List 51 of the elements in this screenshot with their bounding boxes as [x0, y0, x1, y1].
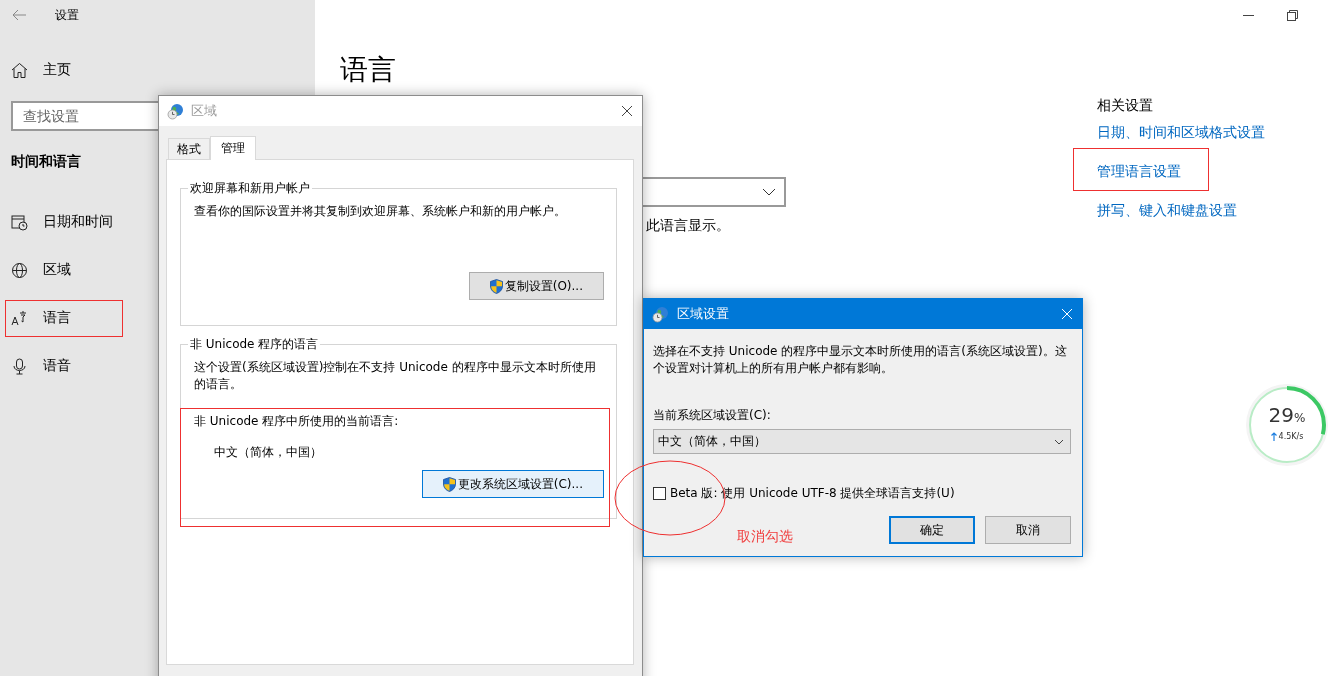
group-title: 非 Unicode 程序的语言 — [189, 336, 320, 353]
close-icon — [621, 105, 633, 117]
dialog-button[interactable]: 确定 — [889, 516, 975, 544]
chevron-down-icon — [1054, 438, 1064, 445]
current-language-value: 中文（简体，中国） — [214, 444, 323, 461]
settings-link[interactable]: 日期、时间和区域格式设置 — [1097, 124, 1265, 144]
nav-item[interactable]: 日期和时间 — [0, 198, 133, 246]
section-title: 时间和语言 — [11, 152, 81, 171]
locale-combo-box[interactable]: 中文（简体，中国） — [653, 429, 1071, 454]
shield-button[interactable]: 复制设置(O)... — [468, 272, 604, 300]
microphone-icon — [11, 357, 28, 375]
chevron-down-icon — [762, 188, 776, 196]
settings-link[interactable]: 管理语言设置 — [1097, 163, 1181, 183]
tab[interactable]: 格式 — [168, 138, 210, 159]
combo-label: 当前系统区域设置(C): — [653, 407, 772, 424]
checkbox[interactable] — [653, 487, 666, 500]
page-heading: 语言 — [340, 52, 396, 88]
dialog-title: 区域设置 — [677, 305, 730, 323]
nav-item[interactable]: 区域 — [0, 246, 91, 294]
nav-item[interactable]: 语音 — [0, 342, 91, 390]
back-arrow-icon[interactable] — [12, 9, 26, 21]
usage-percent: 29% — [1267, 403, 1307, 427]
group-description: 这个设置(系统区域设置)控制在不支持 Unicode 的程序中显示文本时所使用的语言。 — [194, 359, 597, 393]
network-speed: 4.5K/s — [1278, 432, 1304, 441]
related-settings-title: 相关设置 — [1097, 97, 1153, 115]
globe-icon — [167, 102, 184, 120]
group-description: 查看你的国际设置并将其复制到欢迎屏幕、系统帐户和新的用户帐户。 — [194, 203, 567, 220]
nav-item[interactable]: 语言 — [0, 294, 91, 342]
upload-arrow-icon — [1270, 432, 1277, 441]
home-nav-item[interactable]: 主页 — [0, 46, 91, 94]
globe-icon — [11, 261, 28, 279]
shield-icon — [489, 278, 503, 294]
dialog-button[interactable]: 取消 — [985, 516, 1071, 544]
dialog-title: 区域 — [191, 102, 218, 120]
group-title: 欢迎屏幕和新用户帐户 — [189, 180, 311, 197]
shield-button[interactable]: 更改系统区域设置(C)... — [421, 470, 604, 498]
annotation-note: 取消勾选 — [737, 528, 793, 546]
current-language-label: 非 Unicode 程序中所使用的当前语言: — [194, 413, 400, 430]
shield-icon — [442, 476, 456, 492]
calendar-clock-icon — [11, 213, 28, 231]
window-title: 设置 — [55, 6, 79, 24]
dialog-description: 选择在不支持 Unicode 的程序中显示文本时所使用的语言(系统区域设置)。这个设置对计算机上的所有用户帐户都有影响。 — [653, 343, 1068, 377]
settings-link[interactable]: 拼写、键入和键盘设置 — [1097, 202, 1237, 222]
home-icon — [11, 61, 28, 79]
globe-icon — [652, 305, 669, 323]
restore-icon[interactable] — [1287, 9, 1298, 21]
checkbox-label: Beta 版: 使用 Unicode UTF-8 提供全球语言支持(U) — [670, 485, 955, 502]
description-text: 此语言显示。 — [646, 217, 730, 235]
language-icon — [11, 309, 28, 327]
tab[interactable]: 管理 — [210, 136, 256, 160]
close-icon — [1061, 308, 1073, 320]
